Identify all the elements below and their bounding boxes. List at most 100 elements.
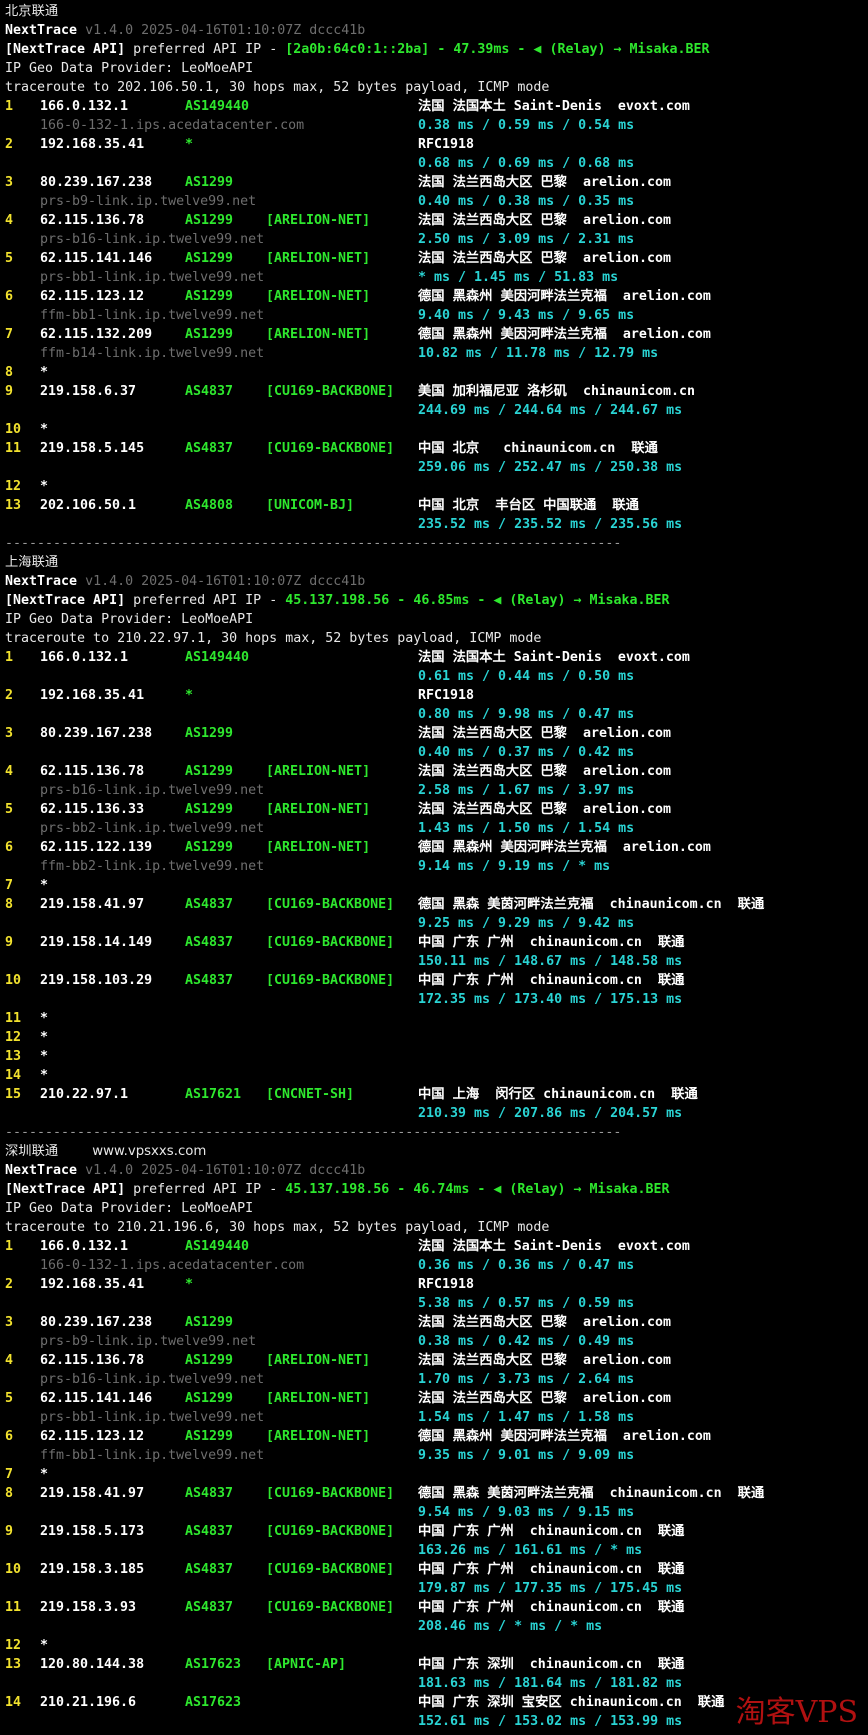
hop-ip: 219.158.41.97 <box>40 1486 145 1501</box>
hop-ip: 166.0.132.1 <box>40 1239 129 1254</box>
hop-row: 9 219.158.14.149 AS4837 [CU169-BACKBONE] 中国 … <box>5 933 868 952</box>
hop-detail-row: 166-0-132-1.ips.acedatacenter.com 0.36 ms… <box>5 1256 868 1275</box>
dash: - <box>429 42 454 57</box>
hop-geo: 法国 法兰西岛大区 巴黎 arelion.com <box>418 251 672 266</box>
provider-line: IP Geo Data Provider: LeoMoeAPI <box>5 59 868 78</box>
hop-geo: 法国 法兰西岛大区 巴黎 arelion.com <box>418 1353 672 1368</box>
hop-row: 10 219.158.103.29 AS4837 [CU169-BACKBONE] 中国… <box>5 971 868 990</box>
api-ip: 45.137.198.56 <box>285 593 390 608</box>
hop-rtt: * ms / 1.45 ms / 51.83 ms <box>418 270 619 285</box>
hop-geo: 中国 北京 丰台区 中国联通 联通 <box>418 498 639 513</box>
hop-ip: 62.115.136.33 <box>40 802 145 817</box>
version-line: NextTrace v1.4.0 2025-04-16T01:10:07Z dc… <box>5 1161 868 1180</box>
relay-text: (Relay) → Misaka.BER <box>549 42 710 57</box>
api-line: [NextTrace API] preferred API IP - [2a0b… <box>5 40 868 59</box>
hop-row: 7 * <box>5 1465 868 1484</box>
hop-row: 10 219.158.3.185 AS4837 [CU169-BACKBONE] 中国 … <box>5 1560 868 1579</box>
hop-asn: AS4808 <box>185 498 234 513</box>
hop-hostname: prs-b9-link.ip.twelve99.net <box>40 194 257 209</box>
hop-row: 4 62.115.136.78 AS1299 [ARELION-NET] 法国 法兰西岛… <box>5 211 868 230</box>
hop-rtt: 9.25 ms / 9.29 ms / 9.42 ms <box>418 916 635 931</box>
hop-geo: 德国 黑森 美茵河畔法兰克福 chinaunicom.cn 联通 <box>418 897 765 912</box>
hop-number: 1 <box>5 1239 14 1254</box>
hop-row: 10 * <box>5 420 868 439</box>
hop-number: 7 <box>5 327 14 342</box>
hop-number: 14 <box>5 1068 22 1083</box>
hop-rtt: 0.40 ms / 0.37 ms / 0.42 ms <box>418 745 635 760</box>
hop-ip: 219.158.103.29 <box>40 973 153 988</box>
hop-asn: AS1299 <box>185 175 234 190</box>
hop-ip: 62.115.136.78 <box>40 764 145 779</box>
watermark-logo: 淘客VPS <box>735 1695 858 1730</box>
hop-ip: 210.22.97.1 <box>40 1087 129 1102</box>
hop-number: 10 <box>5 973 22 988</box>
hop-rtt: 179.87 ms / 177.35 ms / 175.45 ms <box>418 1581 683 1596</box>
hop-row: 6 62.115.123.12 AS1299 [ARELION-NET] 德国 黑森州 … <box>5 287 868 306</box>
hop-row: 9 219.158.6.37 AS4837 [CU169-BACKBONE] 美国 加利… <box>5 382 868 401</box>
hop-geo: 德国 黑森州 美因河畔法兰克福 arelion.com <box>418 1429 711 1444</box>
hop-asn: AS4837 <box>185 1562 234 1577</box>
hop-geo: 美国 加利福尼亚 洛杉矶 chinaunicom.cn <box>418 384 696 399</box>
hop-asn: * <box>185 137 194 152</box>
hop-hostname: ffm-b14-link.ip.twelve99.net <box>40 346 265 361</box>
hop-row: 1 166.0.132.1 AS149440 法国 法国本土 Saint-Denis … <box>5 97 868 116</box>
hop-detail-row: 244.69 ms / 244.64 ms / 244.67 ms <box>5 401 868 420</box>
hop-detail-row: 163.26 ms / 161.61 ms / * ms <box>5 1541 868 1560</box>
hop-geo: 德国 黑森州 美因河畔法兰克福 arelion.com <box>418 840 711 855</box>
hop-geo: 法国 法国本土 Saint-Denis evoxt.com <box>418 650 690 665</box>
hop-number: 9 <box>5 1524 14 1539</box>
hop-tag: [ARELION-NET] <box>266 764 371 779</box>
hop-hostname: ffm-bb2-link.ip.twelve99.net <box>40 859 265 874</box>
hop-number: 5 <box>5 1391 14 1406</box>
api-latency: 47.39ms <box>453 42 510 57</box>
hop-geo: 德国 黑森 美茵河畔法兰克福 chinaunicom.cn 联通 <box>418 1486 765 1501</box>
target-line: traceroute to 210.21.196.6, 30 hops max,… <box>5 1218 868 1237</box>
hop-geo: RFC1918 <box>418 1277 475 1292</box>
hop-detail-row: 259.06 ms / 252.47 ms / 250.38 ms <box>5 458 868 477</box>
hop-asn: * <box>185 1277 194 1292</box>
hop-ip: 62.115.123.12 <box>40 1429 145 1444</box>
hop-star: * <box>40 365 49 380</box>
app-name: NextTrace <box>5 23 78 38</box>
hop-row: 3 80.239.167.238 AS1299 法国 法兰西岛大区 巴黎 arelio… <box>5 173 868 192</box>
hop-geo: 德国 黑森州 美因河畔法兰克福 arelion.com <box>418 327 711 342</box>
hop-row: 2 192.168.35.41 * RFC1918 <box>5 686 868 705</box>
hop-rtt: 5.38 ms / 0.57 ms / 0.59 ms <box>418 1296 635 1311</box>
hop-tag: [CU169-BACKBONE] <box>266 1486 395 1501</box>
hop-rtt: 1.70 ms / 3.73 ms / 2.64 ms <box>418 1372 635 1387</box>
hop-number: 10 <box>5 1562 22 1577</box>
hop-row: 11 219.158.3.93 AS4837 [CU169-BACKBONE] 中国 广… <box>5 1598 868 1617</box>
hop-hostname: prs-b16-link.ip.twelve99.net <box>40 1372 265 1387</box>
section-separator: ----------------------------------------… <box>5 534 868 553</box>
provider-line: IP Geo Data Provider: LeoMoeAPI <box>5 1199 868 1218</box>
hop-asn: * <box>185 688 194 703</box>
dash: - <box>389 593 414 608</box>
hop-asn: AS1299 <box>185 327 234 342</box>
dash: - <box>469 593 494 608</box>
hop-detail-row: 210.39 ms / 207.86 ms / 204.57 ms <box>5 1104 868 1123</box>
hop-detail-row: 9.54 ms / 9.03 ms / 9.15 ms <box>5 1503 868 1522</box>
hop-rtt: 0.38 ms / 0.59 ms / 0.54 ms <box>418 118 635 133</box>
hop-ip: 219.158.3.185 <box>40 1562 145 1577</box>
hop-number: 13 <box>5 1657 22 1672</box>
target-line: traceroute to 202.106.50.1, 30 hops max,… <box>5 78 868 97</box>
hop-detail-row: 235.52 ms / 235.52 ms / 235.56 ms <box>5 515 868 534</box>
hop-rtt: 172.35 ms / 173.40 ms / 175.13 ms <box>418 992 683 1007</box>
hop-detail-row: 172.35 ms / 173.40 ms / 175.13 ms <box>5 990 868 1009</box>
hop-detail-row: 0.68 ms / 0.69 ms / 0.68 ms <box>5 154 868 173</box>
target-text: traceroute to 202.106.50.1, 30 hops max,… <box>5 80 550 95</box>
dash: - <box>389 1182 414 1197</box>
hop-row: 9 219.158.5.173 AS4837 [CU169-BACKBONE] 中国 广… <box>5 1522 868 1541</box>
hop-ip: 219.158.5.173 <box>40 1524 145 1539</box>
provider-text: IP Geo Data Provider: LeoMoeAPI <box>5 1201 254 1216</box>
hop-number: 4 <box>5 1353 14 1368</box>
hop-asn: AS4837 <box>185 441 234 456</box>
hop-detail-row: 179.87 ms / 177.35 ms / 175.45 ms <box>5 1579 868 1598</box>
hop-tag: [ARELION-NET] <box>266 327 371 342</box>
hop-detail-row: 208.46 ms / * ms / * ms <box>5 1617 868 1636</box>
hop-geo: 中国 广东 广州 chinaunicom.cn 联通 <box>418 1524 685 1539</box>
hop-rtt: 259.06 ms / 252.47 ms / 250.38 ms <box>418 460 683 475</box>
hop-asn: AS4837 <box>185 973 234 988</box>
hop-ip: 120.80.144.38 <box>40 1657 145 1672</box>
hop-tag: [ARELION-NET] <box>266 289 371 304</box>
